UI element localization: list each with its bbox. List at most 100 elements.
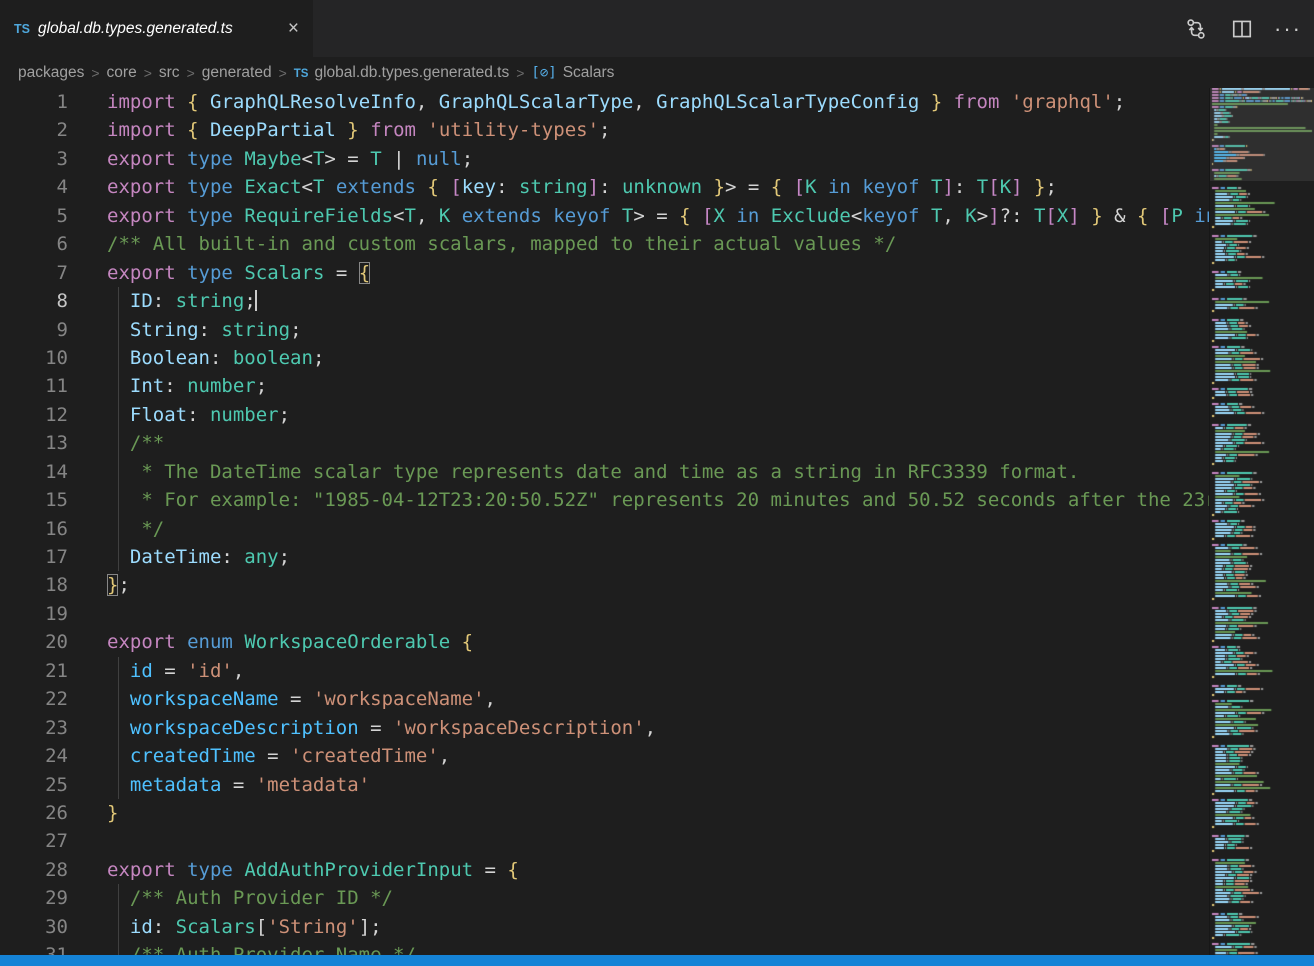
line-content: createdTime = 'createdTime', (107, 745, 450, 767)
minimap-slider[interactable] (1210, 88, 1314, 181)
line-content: Boolean: boolean; (107, 347, 324, 369)
tab-label: global.db.types.generated.ts (38, 20, 276, 38)
breadcrumb-item-scalars[interactable]: [⊘]Scalars (531, 64, 614, 82)
editor-actions: ··· (1184, 0, 1300, 57)
breadcrumb-item-packages[interactable]: packages (18, 64, 84, 82)
indent-guide (118, 543, 119, 571)
code-line-13[interactable]: 13 /** (0, 429, 1314, 457)
line-number: 3 (0, 145, 68, 173)
line-content: /** Auth Provider Name */ (107, 944, 416, 955)
code-line-30[interactable]: 30 id: Scalars['String']; (0, 913, 1314, 941)
minimap-canvas (1210, 88, 1314, 955)
line-number: 2 (0, 116, 68, 144)
code-line-9[interactable]: 9 String: string; (0, 316, 1314, 344)
line-number: 30 (0, 913, 68, 941)
code-line-7[interactable]: 7export type Scalars = { (0, 259, 1314, 287)
breadcrumb-label: src (159, 64, 180, 81)
code-line-2[interactable]: 2import { DeepPartial } from 'utility-ty… (0, 116, 1314, 144)
code-line-25[interactable]: 25 metadata = 'metadata' (0, 771, 1314, 799)
indent-guide (118, 458, 119, 486)
code-line-14[interactable]: 14 * The DateTime scalar type represents… (0, 458, 1314, 486)
code-line-11[interactable]: 11 Int: number; (0, 372, 1314, 400)
line-content: export type Exact<T extends { [key: stri… (107, 176, 1057, 198)
line-number: 5 (0, 202, 68, 230)
breadcrumb-separator: > (516, 65, 524, 81)
code-lines[interactable]: 1 import { GraphQLResolveInfo, GraphQLSca… (0, 88, 1314, 955)
line-content: * For example: "1985-04-12T23:20:50.52Z"… (107, 489, 1314, 511)
line-number: 14 (0, 458, 68, 486)
code-line-12[interactable]: 12 Float: number; (0, 401, 1314, 429)
code-line-29[interactable]: 29 /** Auth Provider ID */ (0, 884, 1314, 912)
code-line-16[interactable]: 16 */ (0, 515, 1314, 543)
code-line-5[interactable]: 5 export type RequireFields<T, K extends … (0, 202, 1314, 230)
line-content: id = 'id', (107, 660, 244, 682)
open-changes-icon[interactable] (1184, 17, 1208, 41)
breadcrumb-separator: > (144, 65, 152, 81)
line-number: 11 (0, 372, 68, 400)
line-number: 12 (0, 401, 68, 429)
split-editor-icon[interactable] (1230, 17, 1254, 41)
code-line-23[interactable]: 23 workspaceDescription = 'workspaceDesc… (0, 714, 1314, 742)
line-content: Int: number; (107, 375, 267, 397)
indent-guide (118, 401, 119, 429)
line-content: /** (107, 432, 164, 454)
line-content: workspaceDescription = 'workspaceDescrip… (107, 717, 656, 739)
line-content: */ (107, 518, 164, 540)
status-bar (0, 955, 1314, 966)
code-line-15[interactable]: 15 * For example: "1985-04-12T23:20:50.5… (0, 486, 1314, 514)
line-content: import { GraphQLResolveInfo, GraphQLScal… (107, 91, 1125, 113)
code-line-22[interactable]: 22 workspaceName = 'workspaceName', (0, 685, 1314, 713)
breadcrumb-item-src[interactable]: src (159, 64, 180, 82)
breadcrumb-item-core[interactable]: core (107, 64, 137, 82)
code-editor[interactable]: 1 import { GraphQLResolveInfo, GraphQLSca… (0, 88, 1314, 955)
line-number: 29 (0, 884, 68, 912)
breadcrumb-label: core (107, 64, 137, 81)
indent-guide (118, 714, 119, 742)
more-actions-icon[interactable]: ··· (1276, 17, 1300, 41)
breadcrumb-label: generated (202, 64, 272, 81)
code-line-6[interactable]: 6 /** All built-in and custom scalars, ma… (0, 230, 1314, 258)
line-content: export type Scalars = { (107, 262, 370, 284)
line-number: 1 (0, 88, 68, 116)
code-line-17[interactable]: 17 DateTime: any; (0, 543, 1314, 571)
indent-guide (118, 344, 119, 372)
indent-guide (118, 771, 119, 799)
code-line-28[interactable]: 28export type AddAuthProviderInput = { (0, 856, 1314, 884)
tab-bar: TS global.db.types.generated.ts × (0, 0, 1314, 57)
code-line-8[interactable]: 8 ID: string; (0, 287, 1314, 315)
breadcrumb-item-generated[interactable]: generated (202, 64, 272, 82)
breadcrumb-item-global-db-types-generated-ts[interactable]: TSglobal.db.types.generated.ts (294, 64, 509, 82)
code-line-31[interactable]: 31 /** Auth Provider Name */ (0, 941, 1314, 955)
code-line-20[interactable]: 20export enum WorkspaceOrderable { (0, 628, 1314, 656)
line-number: 15 (0, 486, 68, 514)
code-line-27[interactable]: 27 (0, 827, 1314, 855)
code-line-3[interactable]: 3 export type Maybe<T> = T | null; (0, 145, 1314, 173)
tab-global-db-types-generated-ts[interactable]: TS global.db.types.generated.ts × (0, 0, 313, 57)
code-line-18[interactable]: 18}; (0, 571, 1314, 599)
line-content: /** All built-in and custom scalars, map… (107, 233, 896, 255)
code-line-19[interactable]: 19 (0, 600, 1314, 628)
breadcrumb: packages>core>src>generated>TSglobal.db.… (0, 57, 1314, 88)
code-line-4[interactable]: 4export type Exact<T extends { [key: str… (0, 173, 1314, 201)
line-content: export type RequireFields<T, K extends k… (107, 205, 1314, 227)
close-icon[interactable]: × (284, 18, 303, 40)
breadcrumb-separator: > (91, 65, 99, 81)
line-number: 13 (0, 429, 68, 457)
code-line-26[interactable]: 26} (0, 799, 1314, 827)
line-number: 22 (0, 685, 68, 713)
typescript-file-icon: TS (294, 68, 309, 80)
minimap[interactable] (1209, 88, 1314, 955)
vscode-window: TS global.db.types.generated.ts × (0, 0, 1314, 966)
line-number: 20 (0, 628, 68, 656)
line-content: /** Auth Provider ID */ (107, 887, 393, 909)
code-line-24[interactable]: 24 createdTime = 'createdTime', (0, 742, 1314, 770)
code-line-10[interactable]: 10 Boolean: boolean; (0, 344, 1314, 372)
code-line-1[interactable]: 1 import { GraphQLResolveInfo, GraphQLSca… (0, 88, 1314, 116)
line-number: 18 (0, 571, 68, 599)
line-number: 26 (0, 799, 68, 827)
line-number: 24 (0, 742, 68, 770)
line-content: export type Maybe<T> = T | null; (107, 148, 473, 170)
line-number: 6 (0, 230, 68, 258)
indent-guide (118, 742, 119, 770)
code-line-21[interactable]: 21 id = 'id', (0, 657, 1314, 685)
